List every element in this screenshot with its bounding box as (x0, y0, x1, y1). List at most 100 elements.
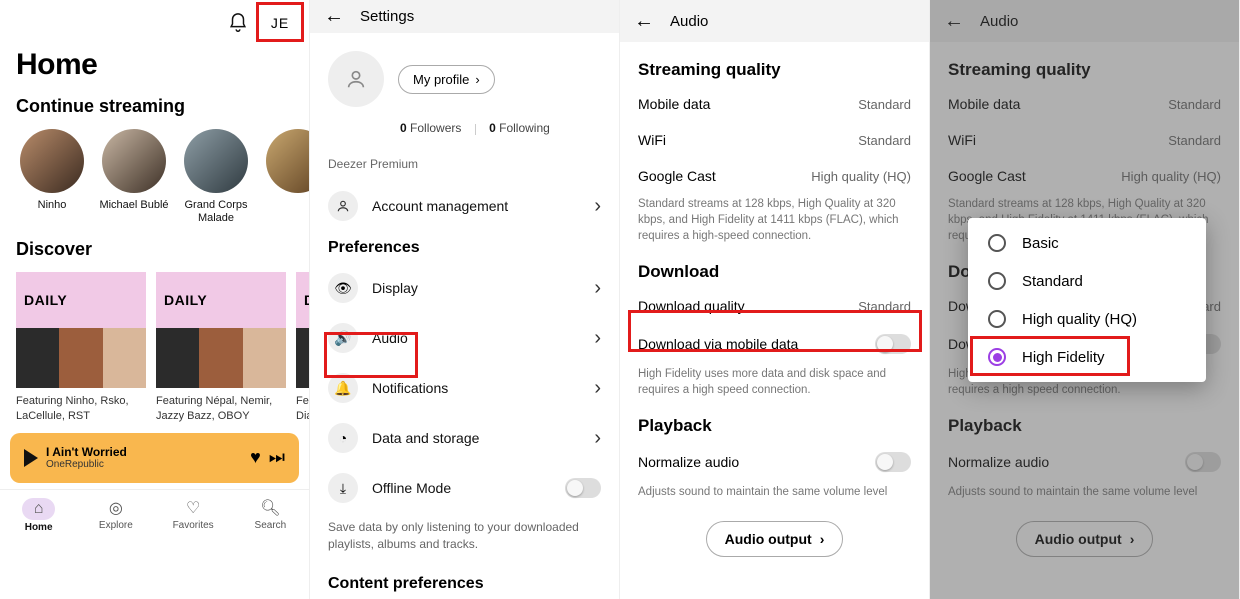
discover-card[interactable]: DAILY Featuring Ninho, Rsko, LaCellule, … (16, 272, 146, 423)
tab-label: Home (25, 522, 53, 533)
screen-title: Audio (980, 13, 1018, 30)
row-notifications[interactable]: 🔔 Notifications › (310, 363, 619, 413)
card-tag: D (296, 272, 309, 328)
setting-mobile-data: Mobile dataStandard (930, 86, 1239, 122)
option-label: Standard (1022, 273, 1083, 290)
option-high-quality[interactable]: High quality (HQ) (968, 300, 1206, 338)
discover-card[interactable]: D Featuring Diar (296, 272, 309, 423)
option-standard[interactable]: Standard (968, 262, 1206, 300)
tab-home[interactable]: ⌂Home (0, 490, 77, 543)
artist-item[interactable] (262, 129, 309, 225)
follow-stats: 0 Followers 0 Following (310, 117, 619, 151)
chevron-right-icon: › (594, 327, 601, 350)
tab-explore[interactable]: ◎ Explore (77, 490, 154, 543)
artist-item[interactable]: Grand Corps Malade (180, 129, 252, 225)
setting-google-cast[interactable]: Google CastHigh quality (HQ) (620, 158, 929, 194)
row-display[interactable]: 👁 Display › (310, 263, 619, 313)
card-images (296, 328, 309, 388)
avatar[interactable] (328, 51, 384, 107)
back-icon[interactable]: ← (944, 10, 964, 33)
row-audio[interactable]: 🔊 Audio › (310, 313, 619, 363)
back-icon[interactable]: ← (634, 10, 654, 33)
row-account-management[interactable]: Account management › (310, 181, 619, 231)
setting-value: Standard (858, 299, 911, 314)
setting-value: Standard (1168, 97, 1221, 112)
audio-output-button[interactable]: Audio output› (706, 521, 844, 557)
chevron-right-icon: › (1130, 531, 1135, 547)
setting-wifi[interactable]: WiFiStandard (620, 122, 929, 158)
discover-label: Discover (16, 239, 293, 260)
chevron-right-icon: › (594, 377, 601, 400)
profile-initials[interactable]: JE (265, 10, 295, 36)
card-caption: Featuring Ninho, Rsko, LaCellule, RST (16, 388, 146, 423)
setting-google-cast: Google CastHigh quality (HQ) (930, 158, 1239, 194)
bell-icon: 🔔 (328, 373, 358, 403)
playback-header: Playback (930, 408, 1239, 442)
following-label: Following (499, 121, 550, 135)
card-tag: DAILY (156, 272, 286, 328)
card-images (16, 328, 146, 388)
setting-label: Download via mobile data (638, 336, 798, 352)
artist-avatar (20, 129, 84, 193)
setting-download-quality[interactable]: Download qualityStandard (620, 288, 929, 324)
setting-normalize[interactable]: Normalize audio (620, 442, 929, 482)
discover-card[interactable]: DAILY Featuring Népal, Nemir, Jazzy Bazz… (156, 272, 286, 423)
tab-label: Favorites (173, 520, 214, 531)
setting-download-mobile[interactable]: Download via mobile data (620, 324, 929, 364)
option-basic[interactable]: Basic (968, 224, 1206, 262)
followers-count: 0 (400, 121, 407, 135)
card-images (156, 328, 286, 388)
artist-name: Ninho (38, 199, 67, 212)
setting-mobile-data[interactable]: Mobile dataStandard (620, 86, 929, 122)
row-offline-mode[interactable]: ⤓ Offline Mode (310, 463, 619, 513)
row-label: Data and storage (372, 430, 580, 446)
chevron-right-icon: › (475, 72, 479, 87)
following-count: 0 (489, 121, 496, 135)
artist-item[interactable]: Michael Bublé (98, 129, 170, 225)
audio-screen: ← Audio Streaming quality Mobile dataSta… (620, 0, 930, 599)
download-header: Download (620, 254, 929, 288)
tab-favorites[interactable]: ♡Favorites (155, 490, 232, 543)
option-high-fidelity[interactable]: High Fidelity (968, 338, 1206, 376)
offline-icon: ⤓ (328, 473, 358, 503)
tab-label: Search (255, 520, 287, 531)
quality-popup[interactable]: Basic Standard High quality (HQ) High Fi… (968, 218, 1206, 382)
bottom-nav: ⌂Home ◎ Explore ♡Favorites 🔍︎ Search (0, 489, 309, 543)
audio-output-label: Audio output (725, 531, 812, 547)
artist-avatar (266, 129, 309, 193)
card-tag: DAILY (16, 272, 146, 328)
mini-player[interactable]: I Ain't Worried OneRepublic ♥ ⏭ (10, 433, 299, 483)
track-artist: OneRepublic (46, 459, 242, 470)
search-icon: 🔍︎ (260, 498, 280, 518)
normalize-toggle[interactable] (875, 452, 911, 472)
person-icon (328, 191, 358, 221)
offline-toggle[interactable] (565, 478, 601, 498)
setting-label: WiFi (638, 132, 666, 148)
tab-label: Explore (99, 520, 133, 531)
download-note: High Fidelity uses more data and disk sp… (620, 364, 929, 408)
setting-normalize: Normalize audio (930, 442, 1239, 482)
setting-label: Normalize audio (638, 454, 739, 470)
setting-value: High quality (HQ) (811, 169, 911, 184)
next-icon[interactable]: ⏭ (269, 447, 285, 468)
artist-item[interactable]: Ninho (16, 129, 88, 225)
home-screen: JE Home Continue streaming Ninho Michael… (0, 0, 310, 599)
chevron-right-icon: › (594, 195, 601, 218)
normalize-toggle (1185, 452, 1221, 472)
tab-search[interactable]: 🔍︎ Search (232, 490, 309, 543)
heart-icon[interactable]: ♥ (250, 447, 261, 468)
radio-icon (988, 348, 1006, 366)
bell-icon[interactable] (227, 12, 249, 34)
setting-label: Normalize audio (948, 454, 1049, 470)
my-profile-label: My profile (413, 72, 469, 87)
content-preferences-header: Content preferences (310, 567, 619, 599)
audio-output-button: Audio output› (1016, 521, 1154, 557)
card-caption: Featuring Népal, Nemir, Jazzy Bazz, OBOY (156, 388, 286, 423)
my-profile-button[interactable]: My profile › (398, 65, 495, 94)
row-data-storage[interactable]: ◔ Data and storage › (310, 413, 619, 463)
play-icon[interactable] (24, 449, 38, 467)
download-mobile-toggle[interactable] (875, 334, 911, 354)
back-icon[interactable]: ← (324, 5, 344, 28)
radio-icon (988, 272, 1006, 290)
compass-icon: ◎ (109, 498, 123, 518)
